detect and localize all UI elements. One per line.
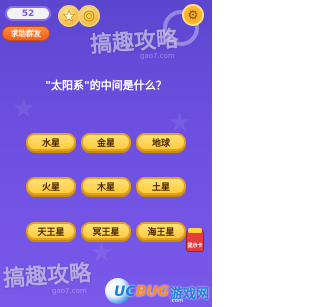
coin-icon: [83, 10, 95, 22]
gold-coin-icon[interactable]: [78, 5, 100, 27]
bug-text: BUG: [135, 284, 170, 300]
answer-label: 土星: [151, 182, 170, 193]
answer-button[interactable]: 木星: [81, 177, 131, 195]
answer-button[interactable]: 水星: [26, 133, 76, 151]
answer-button[interactable]: 火星: [26, 177, 76, 195]
answer-button[interactable]: 土星: [136, 177, 186, 195]
background-star-icon: ★: [90, 238, 114, 268]
answer-button[interactable]: 天王星: [26, 222, 76, 240]
uc-text: UC: [114, 284, 136, 300]
answer-button[interactable]: 冥王星: [81, 222, 131, 240]
answer-button[interactable]: 海王星: [136, 222, 186, 240]
watermark-url-bottom: gao7.com: [52, 287, 87, 295]
level-number: 52: [21, 8, 35, 19]
answer-label: 地球: [151, 138, 170, 149]
answer-label: 金星: [96, 138, 115, 149]
ucbug-wordmark: UCBUG: [114, 284, 169, 300]
star-icon: [63, 10, 75, 22]
star-coin-icon[interactable]: [58, 5, 80, 27]
background-star-icon: ★: [12, 94, 36, 124]
ucbug-brand-logo: UCBUG 游戏网 .com: [100, 271, 212, 307]
game-screen: ★ ★ ★ 52 求助群友 ⚙ 搞趣攻略 gao7.com "太阳系"的中间是什…: [0, 0, 212, 307]
answer-label: 木星: [96, 182, 115, 193]
answer-label: 天王星: [37, 227, 65, 238]
answer-button[interactable]: 金星: [81, 133, 131, 151]
help-friends-button[interactable]: 求助群友: [2, 26, 50, 41]
answer-label: 水星: [41, 138, 60, 149]
hint-card-lid: [188, 228, 202, 233]
ucbug-url: .com: [170, 298, 184, 304]
answer-button[interactable]: 地球: [136, 133, 186, 151]
answer-label: 火星: [41, 182, 60, 193]
watermark-url-top: gao7.com: [140, 52, 175, 60]
level-indicator: 52: [5, 6, 51, 21]
hint-card-icon[interactable]: 提示卡: [186, 228, 204, 252]
answer-label: 海王星: [147, 227, 175, 238]
hint-card-label: 提示卡: [187, 243, 203, 249]
help-friends-label: 求助群友: [11, 29, 41, 38]
answer-label: 冥王星: [92, 227, 120, 238]
question-text: "太阳系"的中间是什么？: [45, 79, 167, 92]
settings-gear-icon[interactable]: ⚙: [182, 4, 204, 26]
